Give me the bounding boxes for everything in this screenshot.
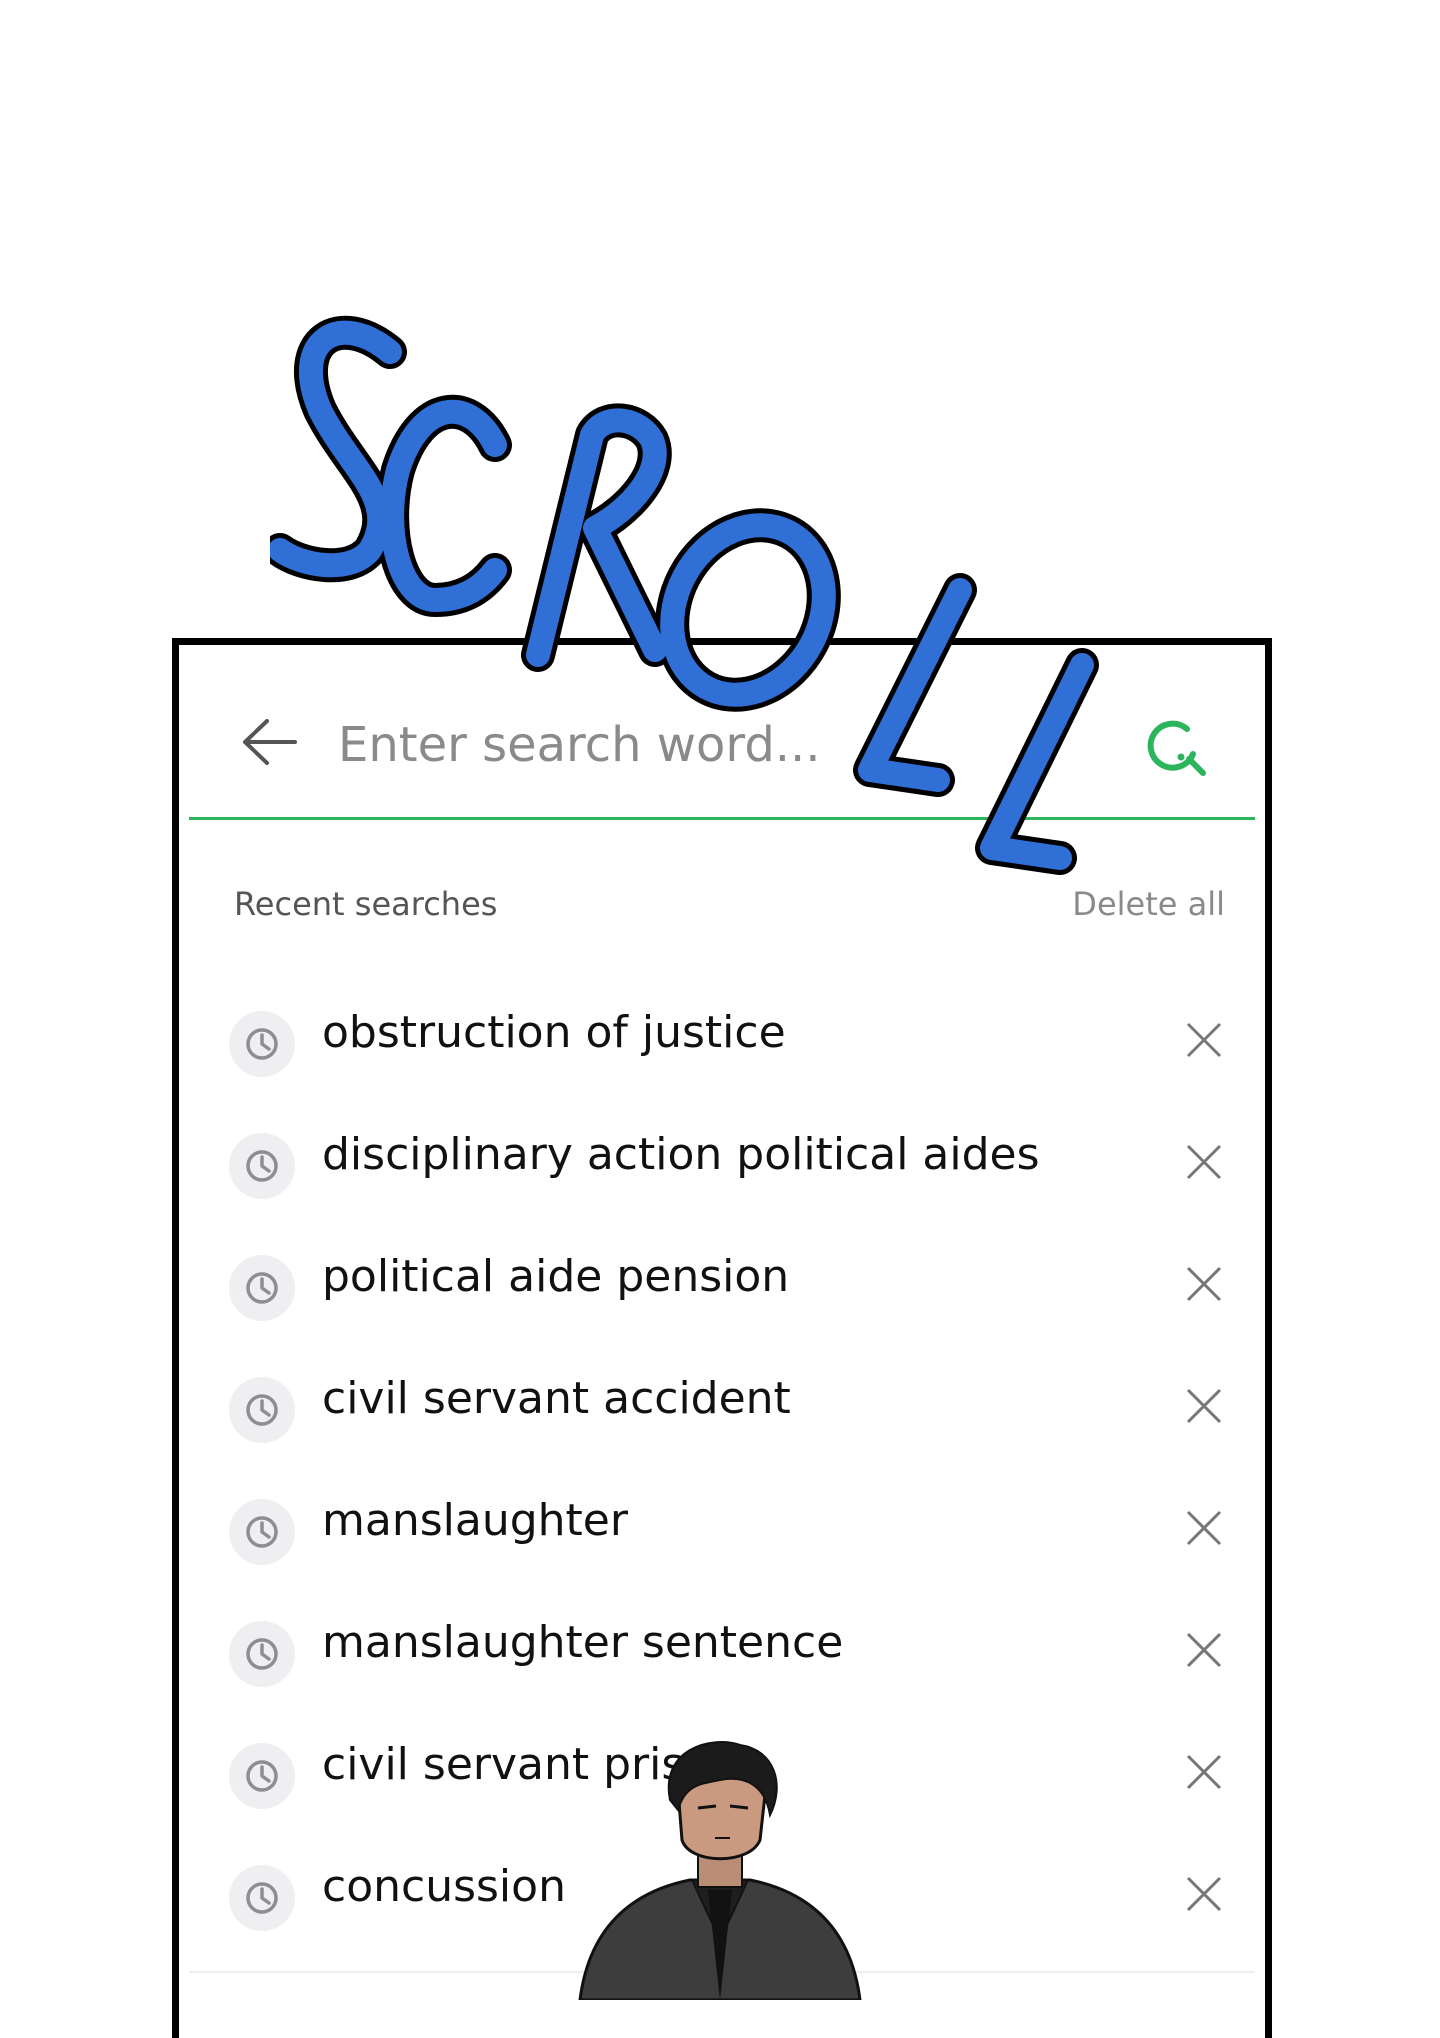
close-icon[interactable] (1185, 1265, 1223, 1303)
clock-icon (229, 1011, 295, 1077)
clock-icon (229, 1499, 295, 1565)
search-icon[interactable] (1143, 713, 1215, 785)
clock-icon (229, 1865, 295, 1931)
search-bar (189, 645, 1255, 820)
list-item[interactable]: manslaughter sentence (179, 1595, 1265, 1717)
recent-searches-heading: Recent searches (234, 885, 498, 923)
list-item[interactable]: civil servant accident (179, 1351, 1265, 1473)
clock-icon (229, 1133, 295, 1199)
delete-all-button[interactable]: Delete all (1072, 885, 1225, 923)
close-icon[interactable] (1185, 1021, 1223, 1059)
arrow-left-icon[interactable] (239, 717, 299, 767)
search-term: disciplinary action political aides (322, 1129, 1040, 1180)
list-item[interactable]: political aide pension (179, 1229, 1265, 1351)
search-term: manslaughter (322, 1495, 628, 1546)
list-item[interactable]: disciplinary action political aides (179, 1107, 1265, 1229)
close-icon[interactable] (1185, 1631, 1223, 1669)
search-term: concussion (322, 1861, 566, 1912)
character-illustration (578, 1741, 862, 2000)
close-icon[interactable] (1185, 1509, 1223, 1547)
list-item[interactable]: manslaughter (179, 1473, 1265, 1595)
clock-icon (229, 1621, 295, 1687)
clock-icon (229, 1743, 295, 1809)
close-icon[interactable] (1185, 1875, 1223, 1913)
search-term: civil servant accident (322, 1373, 791, 1424)
close-icon[interactable] (1185, 1143, 1223, 1181)
list-item[interactable]: obstruction of justice (179, 985, 1265, 1107)
close-icon[interactable] (1185, 1387, 1223, 1425)
search-term: obstruction of justice (322, 1007, 786, 1058)
clock-icon (229, 1377, 295, 1443)
search-input[interactable] (336, 709, 1040, 781)
clock-icon (229, 1255, 295, 1321)
search-term: manslaughter sentence (322, 1617, 844, 1668)
search-term: political aide pension (322, 1251, 790, 1302)
close-icon[interactable] (1185, 1753, 1223, 1791)
